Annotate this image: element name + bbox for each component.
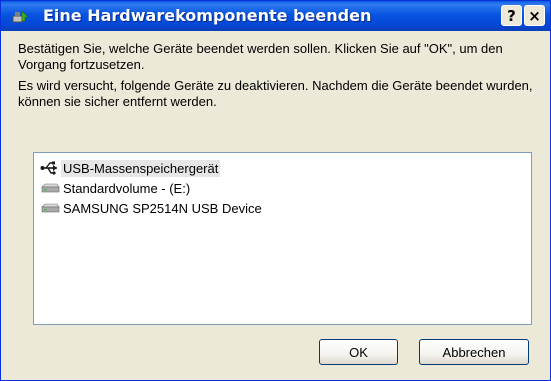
ok-button[interactable]: OK — [319, 339, 398, 365]
usb-icon — [40, 161, 57, 175]
confirm-instruction-text: Bestätigen Sie, welche Geräte beendet we… — [18, 41, 503, 72]
device-label: USB-Massenspeichergerät — [61, 159, 221, 177]
list-item[interactable]: SAMSUNG SP2514N USB Device — [40, 198, 262, 218]
device-label: SAMSUNG SP2514N USB Device — [63, 200, 262, 216]
list-item[interactable]: USB-Massenspeichergerät — [40, 158, 221, 178]
device-label: Standardvolume - (E:) — [63, 180, 191, 196]
device-list[interactable]: USB-Massenspeichergerät Standardvolume -… — [33, 152, 532, 325]
deactivation-info-text: Es wird versucht, folgende Geräte zu dea… — [18, 78, 533, 109]
drive-icon — [41, 183, 60, 193]
list-item[interactable]: Standardvolume - (E:) — [40, 178, 190, 198]
help-button[interactable]: ? — [501, 5, 522, 26]
cancel-button[interactable]: Abbrechen — [419, 339, 529, 365]
close-button[interactable]: × — [524, 5, 545, 26]
dialog-window: Eine Hardwarekomponente beenden ? × Best… — [0, 0, 551, 381]
title-bar[interactable]: Eine Hardwarekomponente beenden ? × — [1, 1, 550, 31]
window-title: Eine Hardwarekomponente beenden — [43, 6, 372, 25]
safely-remove-hardware-icon — [12, 10, 29, 23]
drive-icon — [41, 203, 60, 213]
